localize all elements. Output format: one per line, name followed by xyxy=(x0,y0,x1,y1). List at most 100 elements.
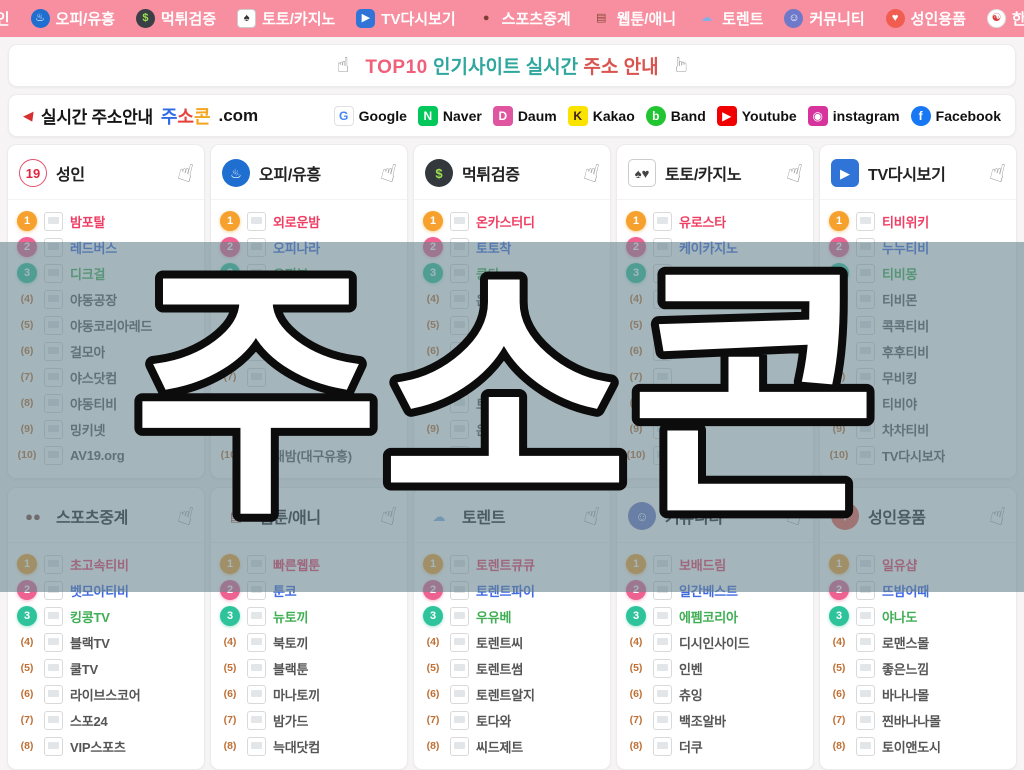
site-link[interactable]: 3오피뷰 xyxy=(220,260,398,286)
site-link[interactable]: 1밤포탈 xyxy=(17,208,195,234)
site-link[interactable]: 3쿵타 xyxy=(423,260,601,286)
site-link[interactable]: (5)블랙툰 xyxy=(220,655,398,681)
site-link[interactable]: 2케이카지노 xyxy=(626,234,804,260)
site-link[interactable]: (6)후후티비 xyxy=(829,338,1007,364)
site-link[interactable]: (8)VIP스포츠 xyxy=(17,733,195,759)
site-link[interactable]: (7)백조알바 xyxy=(626,707,804,733)
card-header[interactable]: ●●스포츠중계☝ xyxy=(8,488,204,543)
site-link[interactable]: 3야나도 xyxy=(829,603,1007,629)
site-link[interactable]: 1초고속티비 xyxy=(17,551,195,577)
site-link[interactable]: 2뜨밤어때 xyxy=(829,577,1007,603)
site-link[interactable]: (10)AV19.org xyxy=(17,442,195,468)
site-link[interactable]: (6)걸모아 xyxy=(17,338,195,364)
site-link[interactable]: 2오피나라 xyxy=(220,234,398,260)
card-header[interactable]: ▤웹툰/애니☝ xyxy=(211,488,407,543)
site-link[interactable]: 3우유베 xyxy=(423,603,601,629)
site-link[interactable]: (10)대밤(대구유흥) xyxy=(220,442,398,468)
site-link[interactable]: (8)더쿠 xyxy=(626,733,804,759)
site-link[interactable]: (9)밍키넷 xyxy=(17,416,195,442)
site-link[interactable]: (6) xyxy=(626,338,804,364)
site-link[interactable]: (9)온카판 xyxy=(423,416,601,442)
site-link[interactable]: (5) xyxy=(423,312,601,338)
nav-item-10[interactable]: ☯한인교민 xyxy=(987,8,1024,29)
site-link[interactable]: (5)콕콕티비 xyxy=(829,312,1007,338)
social-link-kakao[interactable]: KKakao xyxy=(568,106,635,126)
site-link[interactable]: (7)찐바나나몰 xyxy=(829,707,1007,733)
site-link[interactable]: 3디크걸 xyxy=(17,260,195,286)
site-link[interactable]: (4)블랙TV xyxy=(17,629,195,655)
card-header[interactable]: ♠♥토토/카지노☝ xyxy=(617,145,813,200)
site-link[interactable]: (4) xyxy=(220,286,398,312)
site-link[interactable]: (7) xyxy=(220,364,398,390)
nav-item-7[interactable]: ☁토렌트 xyxy=(697,8,763,29)
site-link[interactable]: (6)바나나몰 xyxy=(829,681,1007,707)
site-link[interactable]: 3에펨코리아 xyxy=(626,603,804,629)
site-link[interactable]: 1티비위키 xyxy=(829,208,1007,234)
site-link[interactable]: (8)늑대닷컴 xyxy=(220,733,398,759)
card-header[interactable]: ▶TV다시보기☝ xyxy=(820,145,1016,200)
social-link-facebook[interactable]: fFacebook xyxy=(911,106,1001,126)
site-link[interactable]: (4) xyxy=(626,286,804,312)
site-link[interactable]: 3벳38 xyxy=(626,260,804,286)
site-link[interactable]: 3뉴토끼 xyxy=(220,603,398,629)
site-link[interactable]: (5) xyxy=(626,312,804,338)
site-link[interactable]: (7)토다와 xyxy=(423,707,601,733)
site-link[interactable]: (5)쿨TV xyxy=(17,655,195,681)
site-link[interactable]: 1온카스터디 xyxy=(423,208,601,234)
site-link[interactable]: 1외로운밤 xyxy=(220,208,398,234)
site-link[interactable]: (4)온카 xyxy=(423,286,601,312)
site-link[interactable]: (7) xyxy=(626,364,804,390)
site-link[interactable]: (10)다음드 xyxy=(423,442,601,468)
site-link[interactable]: (7)스포24 xyxy=(17,707,195,733)
site-link[interactable]: 2토렌트파이 xyxy=(423,577,601,603)
card-header[interactable]: ♥성인용품☝ xyxy=(820,488,1016,543)
top10-banner[interactable]: ☝ TOP10 인기사이트 실시간 주소 안내 ☝ xyxy=(8,44,1016,87)
site-link[interactable]: (4)티비몬 xyxy=(829,286,1007,312)
site-link[interactable]: (5) xyxy=(220,312,398,338)
site-link[interactable]: (10) xyxy=(626,442,804,468)
site-link[interactable]: 2벳모아티비 xyxy=(17,577,195,603)
card-header[interactable]: ☁토렌트☝ xyxy=(414,488,610,543)
site-link[interactable]: (5)좋은느낌 xyxy=(829,655,1007,681)
site-link[interactable]: (6)라이브스코어 xyxy=(17,681,195,707)
site-link[interactable]: 2누누티비 xyxy=(829,234,1007,260)
social-link-google[interactable]: GGoogle xyxy=(334,106,407,126)
site-link[interactable]: (4)로맨스몰 xyxy=(829,629,1007,655)
site-link[interactable]: (9) xyxy=(220,416,398,442)
nav-item-8[interactable]: ☺커뮤니티 xyxy=(784,8,864,29)
card-header[interactable]: $먹튀검증☝ xyxy=(414,145,610,200)
nav-item-3[interactable]: ♠토토/카지노 xyxy=(237,8,335,29)
nav-item-5[interactable]: ●스포츠중계 xyxy=(477,8,571,29)
site-link[interactable]: (8)야동티비 xyxy=(17,390,195,416)
site-link[interactable]: (8)씨드제트 xyxy=(423,733,601,759)
card-header[interactable]: ♨오피/유흥☝ xyxy=(211,145,407,200)
site-link[interactable]: (6)토렌트알지 xyxy=(423,681,601,707)
site-link[interactable]: (8)토이앤도시 xyxy=(829,733,1007,759)
site-link[interactable]: (8)티비야 xyxy=(829,390,1007,416)
card-header[interactable]: 19성인☝ xyxy=(8,145,204,200)
site-link[interactable]: (6)마나토끼 xyxy=(220,681,398,707)
nav-item-1[interactable]: ♨오피/유흥 xyxy=(31,8,115,29)
site-link[interactable]: 3킹콩TV xyxy=(17,603,195,629)
site-link[interactable]: 3티비몽 xyxy=(829,260,1007,286)
site-link[interactable]: (7)야스닷컴 xyxy=(17,364,195,390)
site-link[interactable]: (7) xyxy=(423,364,601,390)
site-link[interactable]: 2툰코 xyxy=(220,577,398,603)
social-link-band[interactable]: bBand xyxy=(646,106,706,126)
site-link[interactable]: (9)차차티비 xyxy=(829,416,1007,442)
nav-item-2[interactable]: $먹튀검증 xyxy=(136,8,216,29)
site-link[interactable]: (5)인벤 xyxy=(626,655,804,681)
nav-item-6[interactable]: ▤웹툰/애니 xyxy=(592,8,676,29)
nav-item-9[interactable]: ♥성인용품 xyxy=(886,8,966,29)
site-link[interactable]: 2일간베스트 xyxy=(626,577,804,603)
site-link[interactable]: 2레드버스 xyxy=(17,234,195,260)
social-link-naver[interactable]: NNaver xyxy=(418,106,482,126)
site-link[interactable]: (6) xyxy=(220,338,398,364)
site-link[interactable]: (10)TV다시보자 xyxy=(829,442,1007,468)
site-link[interactable]: (4)야동공장 xyxy=(17,286,195,312)
site-link[interactable]: (6) xyxy=(423,338,601,364)
site-link[interactable]: (6)츄잉 xyxy=(626,681,804,707)
site-link[interactable]: 2토토착 xyxy=(423,234,601,260)
site-link[interactable]: (7)밤가드 xyxy=(220,707,398,733)
card-header[interactable]: ☺커뮤니티☝ xyxy=(617,488,813,543)
